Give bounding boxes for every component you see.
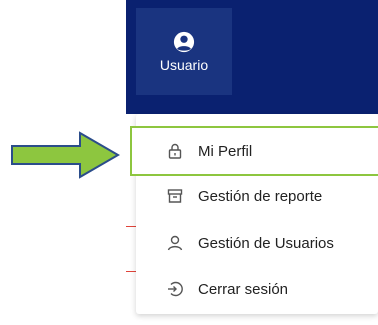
- archive-icon: [167, 189, 183, 203]
- menu-item-label: Gestión de reporte: [198, 187, 323, 205]
- menu-item-label: Cerrar sesión: [198, 280, 289, 298]
- lock-icon: [168, 143, 182, 159]
- user-menu-button[interactable]: Usuario: [136, 8, 232, 95]
- logout-icon: [168, 281, 183, 297]
- screenshot-stage: Usuario Mi Perfil Gestión de reporte Ges…: [0, 0, 378, 325]
- annotation-arrow-icon: [11, 131, 120, 179]
- user-menu-label: Usuario: [159, 56, 209, 73]
- menu-item-gestion-reporte[interactable]: Gestión de reporte: [136, 174, 378, 218]
- menu-item-label: Mi Perfil: [198, 142, 253, 160]
- user-circle-icon: [173, 31, 195, 52]
- user-icon: [167, 235, 183, 251]
- menu-item-mi-perfil[interactable]: Mi Perfil: [130, 126, 378, 176]
- top-navbar: Usuario: [126, 0, 378, 114]
- menu-item-cerrar-sesion[interactable]: Cerrar sesión: [136, 267, 378, 311]
- user-dropdown-menu: Mi Perfil Gestión de reporte Gestión de …: [130, 114, 378, 314]
- menu-item-label: Gestión de Usuarios: [198, 234, 334, 252]
- menu-item-gestion-usuarios[interactable]: Gestión de Usuarios: [136, 221, 378, 265]
